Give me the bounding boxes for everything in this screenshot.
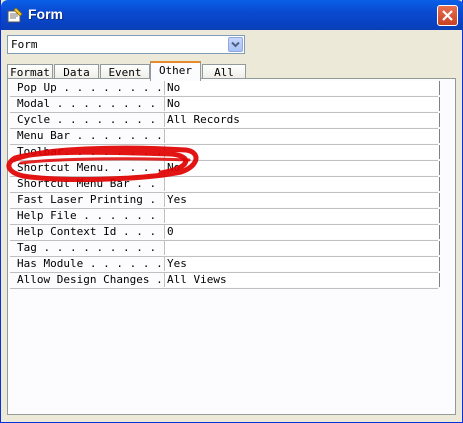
window-title: Form	[28, 6, 63, 22]
property-name: Help File . . . . . . .	[17, 209, 169, 222]
title-bar[interactable]: Form	[1, 0, 463, 30]
property-name: Modal . . . . . . . . .	[17, 97, 169, 110]
property-row-menu-bar[interactable]: Menu Bar . . . . . . . .	[10, 129, 440, 145]
property-row-toolbar[interactable]: Toolbar. . . . . . . . .	[10, 145, 440, 161]
property-value[interactable]: Yes	[164, 257, 440, 271]
property-value[interactable]: All Records	[164, 113, 440, 127]
property-value[interactable]: 0	[164, 225, 440, 239]
property-row-help-file[interactable]: Help File . . . . . . .	[10, 209, 440, 225]
property-row-tag[interactable]: Tag . . . . . . . . . .	[10, 241, 440, 257]
property-value[interactable]	[164, 209, 440, 223]
property-name: Fast Laser Printing . .	[17, 193, 169, 206]
dropdown-button[interactable]	[228, 37, 243, 52]
property-name: Allow Design Changes . .	[17, 273, 169, 286]
property-value[interactable]: No	[164, 161, 440, 175]
property-row-modal[interactable]: Modal . . . . . . . . . No	[10, 97, 440, 113]
properties-window: Form Form Format Data Event Other All Po…	[0, 0, 463, 423]
close-button[interactable]	[437, 5, 458, 26]
chevron-down-icon	[231, 41, 240, 48]
property-row-shortcut-menu[interactable]: Shortcut Menu. . . . . . No	[10, 161, 440, 177]
property-sheet: Pop Up . . . . . . . . . No Modal . . . …	[7, 78, 456, 415]
property-name: Pop Up . . . . . . . . .	[17, 81, 169, 94]
property-name: Toolbar. . . . . . . . .	[17, 145, 169, 158]
property-name: Help Context Id . . . .	[17, 225, 169, 238]
object-selector-value: Form	[11, 38, 38, 51]
tab-other[interactable]: Other	[150, 61, 201, 81]
property-row-has-module[interactable]: Has Module . . . . . . Yes	[10, 257, 440, 273]
property-row-shortcut-menu-bar[interactable]: Shortcut Menu Bar . . .	[10, 177, 440, 193]
property-value[interactable]	[164, 177, 440, 191]
property-name: Shortcut Menu. . . . . .	[17, 161, 169, 174]
property-name: Has Module . . . . . .	[17, 257, 163, 270]
close-icon	[442, 10, 453, 21]
property-value[interactable]	[164, 129, 440, 143]
property-value[interactable]: Yes	[164, 193, 440, 207]
properties-icon	[7, 7, 23, 23]
property-value[interactable]	[164, 241, 440, 255]
object-selector[interactable]: Form	[7, 35, 245, 54]
property-name: Tag . . . . . . . . . .	[17, 241, 169, 254]
property-row-pop-up[interactable]: Pop Up . . . . . . . . . No	[10, 81, 440, 97]
property-name: Shortcut Menu Bar . . .	[17, 177, 169, 190]
property-name: Menu Bar . . . . . . . .	[17, 129, 169, 142]
property-row-help-context-id[interactable]: Help Context Id . . . . 0	[10, 225, 440, 241]
property-name: Cycle . . . . . . . . .	[17, 113, 169, 126]
property-value[interactable]: No	[164, 97, 440, 111]
property-row-fast-laser-printing[interactable]: Fast Laser Printing . . Yes	[10, 193, 440, 209]
property-value[interactable]: All Views	[164, 273, 440, 287]
property-value[interactable]	[164, 145, 440, 159]
property-value[interactable]: No	[164, 81, 440, 95]
property-grid: Pop Up . . . . . . . . . No Modal . . . …	[10, 81, 440, 289]
property-row-cycle[interactable]: Cycle . . . . . . . . . All Records	[10, 113, 440, 129]
property-row-allow-design-changes[interactable]: Allow Design Changes . . All Views	[10, 273, 440, 289]
